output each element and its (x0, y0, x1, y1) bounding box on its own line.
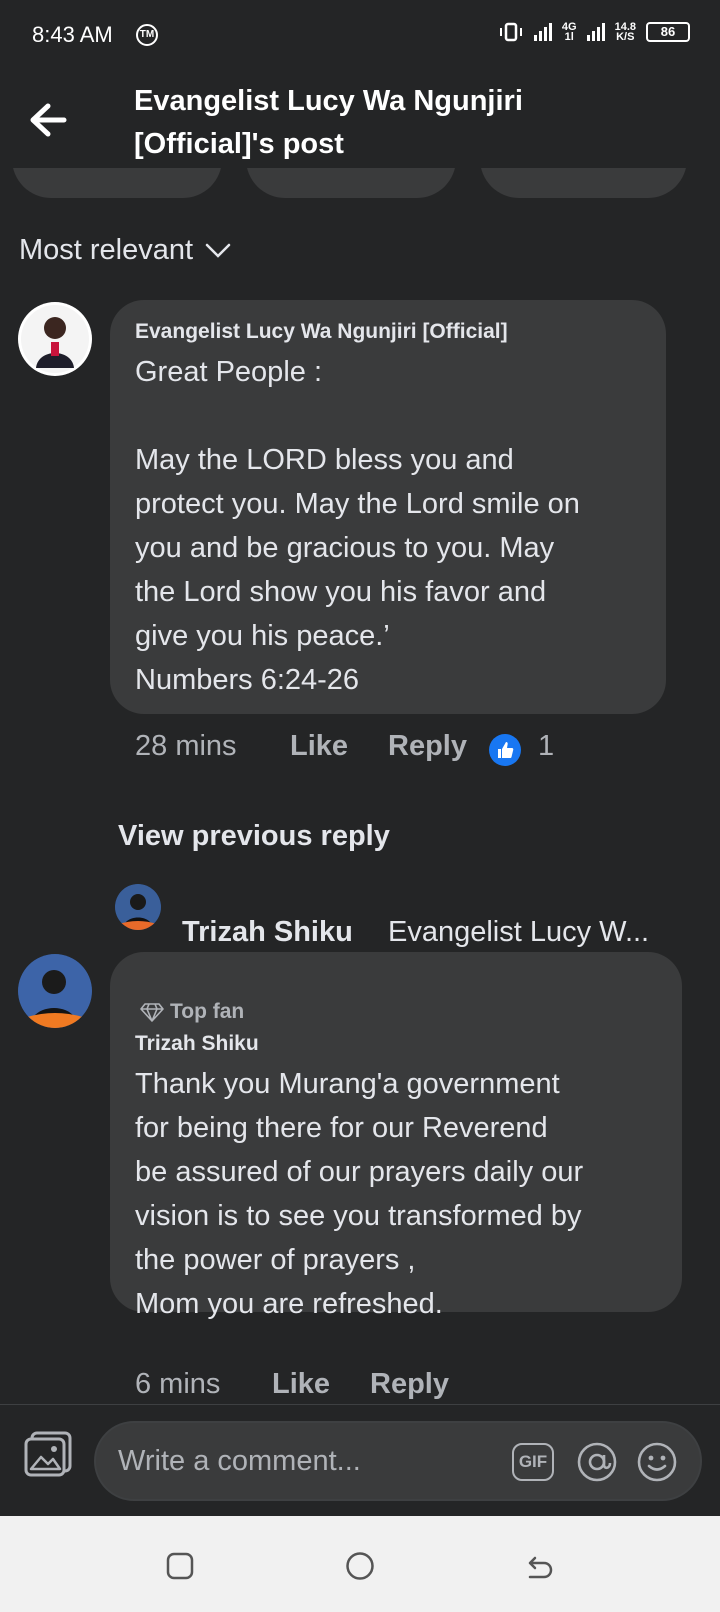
recent-apps-icon[interactable] (166, 1552, 194, 1580)
like-button[interactable]: Like (272, 1368, 330, 1401)
view-previous-reply-link[interactable]: View previous reply (118, 820, 390, 853)
reply-preview-author[interactable]: Trizah Shiku (182, 916, 353, 949)
reply-avatar[interactable] (115, 884, 161, 930)
user-photo-icon (115, 884, 161, 930)
reply-preview-text[interactable]: Evangelist Lucy W... (388, 916, 649, 949)
comment-time[interactable]: 6 mins (135, 1368, 220, 1401)
comment-input[interactable]: Write a comment... GIF (94, 1421, 702, 1501)
avatar[interactable] (18, 302, 92, 376)
top-fan-badge: Top fan (140, 1000, 244, 1024)
home-icon[interactable] (345, 1551, 375, 1581)
comment-time[interactable]: 28 mins (135, 730, 237, 763)
diamond-icon (140, 1003, 164, 1022)
chevron-down-icon (205, 243, 231, 258)
battery-icon: 86 (646, 22, 690, 42)
thumbs-up-icon[interactable] (489, 734, 521, 766)
arrow-left-icon[interactable] (28, 102, 68, 138)
avatar[interactable] (18, 954, 92, 1028)
page-title: Evangelist Lucy Wa Ngunjiri [Official]'s… (134, 85, 523, 160)
comment-author[interactable]: Evangelist Lucy Wa Ngunjiri [Official] (135, 320, 508, 344)
signal-icon-2 (586, 23, 605, 41)
comment-text: Great People : May the LORD bless you an… (135, 356, 580, 696)
gif-icon[interactable]: GIF (512, 1443, 554, 1481)
top-fan-label: Top fan (170, 1000, 245, 1023)
post-header: Evangelist Lucy Wa Ngunjiri [Official]'s… (0, 72, 720, 168)
comment-author[interactable]: Trizah Shiku (135, 1032, 259, 1056)
sort-label: Most relevant (19, 234, 194, 266)
reply-button[interactable]: Reply (388, 730, 467, 763)
photo-icon[interactable] (22, 1429, 74, 1479)
vibrate-icon (499, 22, 522, 42)
reply-button[interactable]: Reply (370, 1368, 449, 1401)
user-photo-icon (21, 305, 89, 373)
app-notification-icon: TM (136, 24, 158, 46)
comment-placeholder: Write a comment... (118, 1445, 361, 1477)
like-button[interactable]: Like (290, 730, 348, 763)
status-bar: 8:43 AM TM 4G 1l 14.8 K/S 86 (0, 0, 720, 72)
system-nav-bar (0, 1516, 720, 1612)
user-photo-icon (18, 954, 92, 1028)
status-time: 8:43 AM (32, 22, 113, 47)
comment-text: Thank you Murang'a government for being … (135, 1068, 584, 1320)
back-icon[interactable] (524, 1551, 554, 1581)
reaction-count[interactable]: 1 (538, 730, 554, 763)
comment-composer: Write a comment... GIF (0, 1404, 720, 1516)
mention-icon[interactable] (576, 1441, 618, 1483)
sort-selector[interactable]: Most relevant (19, 234, 231, 267)
network-speed-label: 14.8 K/S (614, 21, 636, 43)
status-indicators: 4G 1l 14.8 K/S 86 (498, 21, 690, 43)
emoji-icon[interactable] (636, 1441, 678, 1483)
signal-icon (533, 23, 552, 41)
network-type-label: 4G 1l (561, 21, 577, 43)
